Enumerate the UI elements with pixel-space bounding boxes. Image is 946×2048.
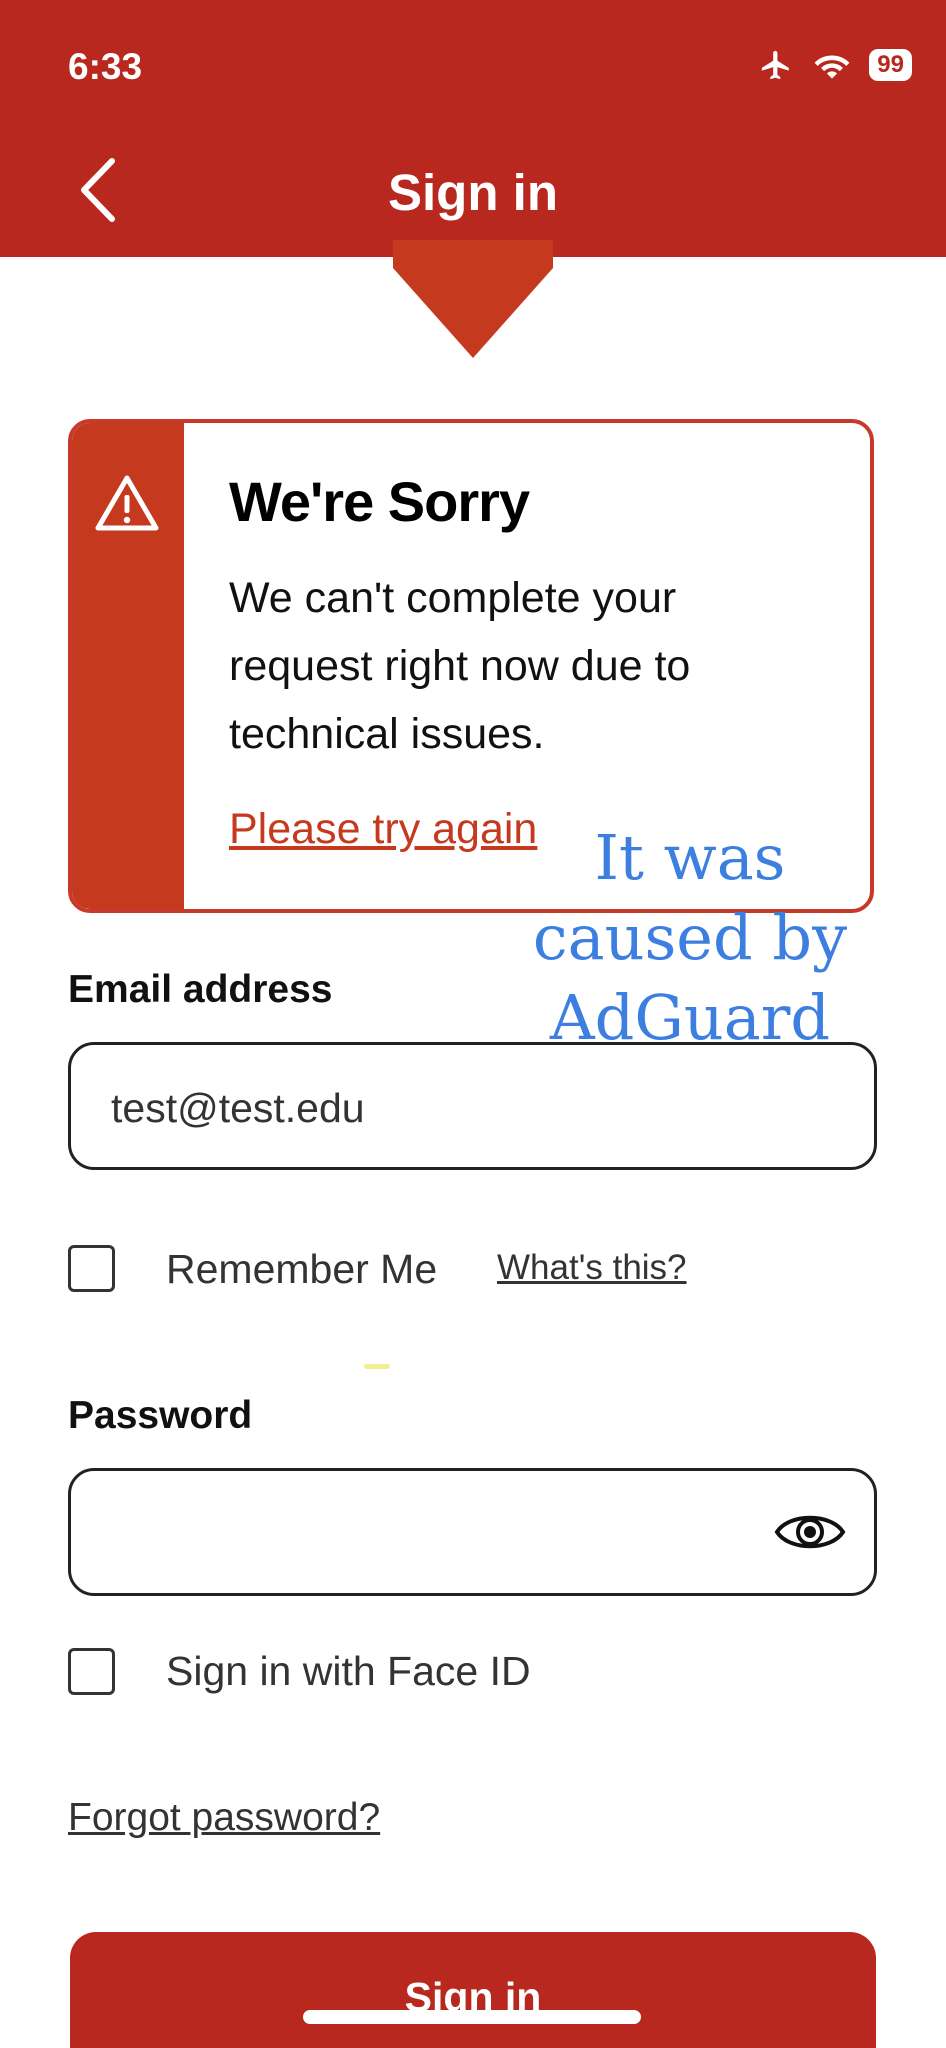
face-id-label: Sign in with Face ID: [166, 1648, 531, 1694]
password-field[interactable]: [68, 1468, 877, 1596]
status-time: 6:33: [68, 46, 143, 87]
email-value: test@test.edu: [111, 1085, 365, 1131]
remember-me-checkbox[interactable]: [68, 1245, 115, 1292]
warning-icon: [95, 475, 159, 531]
highlight-mark: [364, 1364, 390, 1369]
logo-heart-icon: [393, 240, 553, 358]
alert-accent-strip: [72, 423, 184, 909]
home-indicator: [303, 2010, 641, 2024]
try-again-link[interactable]: Please try again: [229, 805, 537, 854]
email-label: Email address: [68, 968, 333, 1011]
alert-title: We're Sorry: [229, 470, 530, 533]
airplane-icon: [762, 50, 790, 80]
wifi-icon: [814, 55, 850, 79]
sign-in-button[interactable]: Sign in: [70, 1932, 876, 2048]
password-label: Password: [68, 1394, 253, 1437]
eye-icon[interactable]: [774, 1507, 846, 1557]
battery-icon: 99: [869, 49, 912, 81]
forgot-password-link[interactable]: Forgot password?: [68, 1796, 380, 1840]
status-icons: 99: [757, 48, 912, 82]
top-app-bar: 6:33 99 Sign in: [0, 0, 946, 257]
face-id-checkbox[interactable]: [68, 1648, 115, 1695]
page-title: Sign in: [388, 164, 558, 221]
email-field[interactable]: test@test.edu: [68, 1042, 877, 1170]
alert-message: We can't complete your request right now…: [229, 574, 691, 758]
whats-this-link[interactable]: What's this?: [497, 1248, 687, 1288]
remember-me-label: Remember Me: [166, 1246, 438, 1292]
